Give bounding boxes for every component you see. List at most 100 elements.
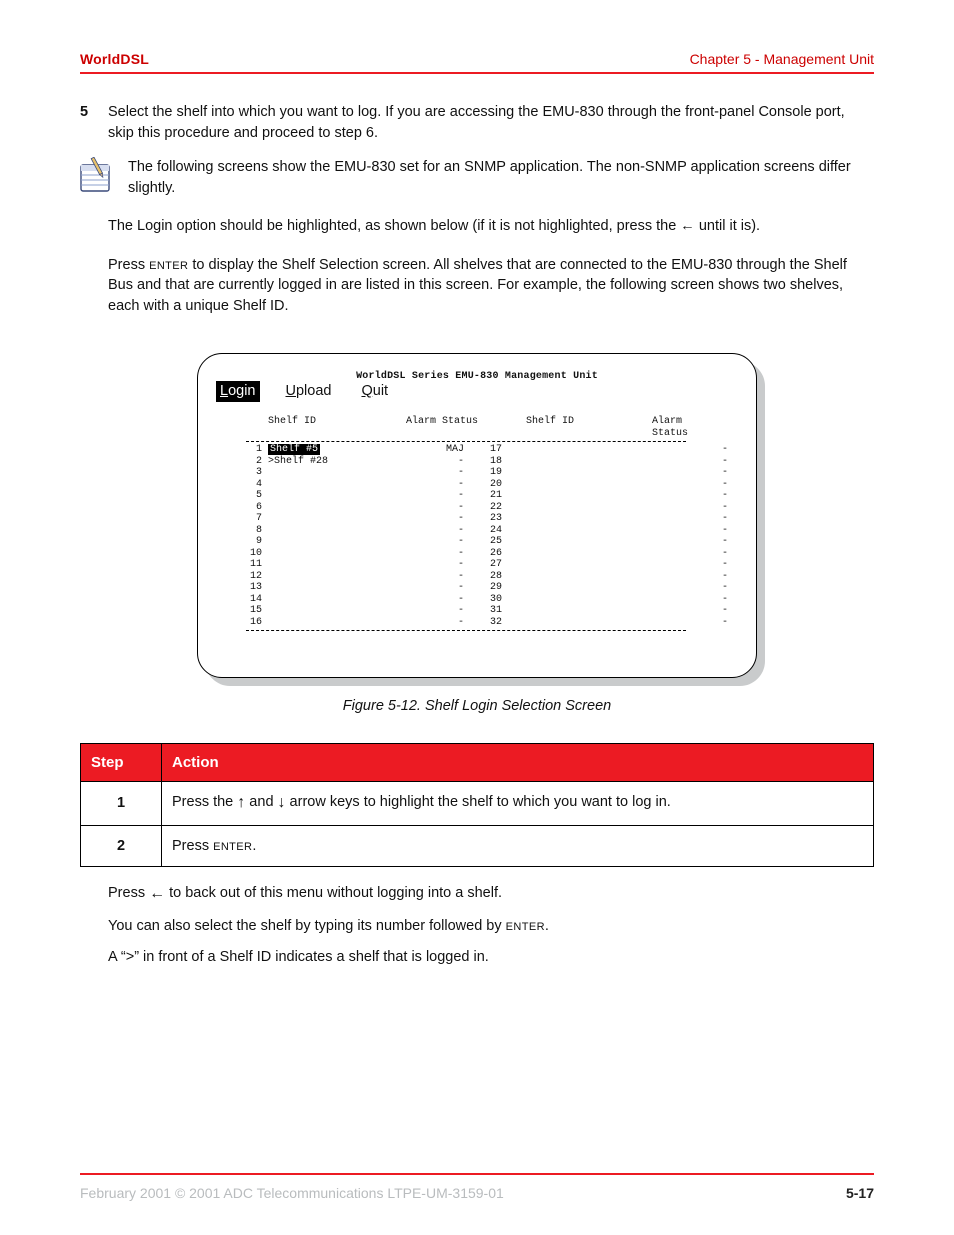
figure-caption: Figure 5-12. Shelf Login Selection Scree… [80,696,874,717]
shelf-id[interactable] [508,594,666,606]
shelf-id[interactable]: >Shelf #28 [268,456,406,468]
row-index: 32 [472,617,508,629]
row-index: 8 [216,525,268,537]
shelf-id[interactable] [508,525,666,537]
shelf-id[interactable] [268,479,406,491]
alarm-status: - [666,479,728,491]
shelf-id[interactable] [508,536,666,548]
alarm-status: - [666,444,728,456]
shelf-id[interactable] [508,467,666,479]
table-row: 3-19- [216,467,738,479]
shelf-id[interactable] [508,617,666,629]
shelf-id[interactable] [508,456,666,468]
terminal: WorldDSL Series EMU-830 Management Unit … [197,353,757,679]
page: WorldDSL Chapter 5 - Management Unit 5 S… [0,0,954,1235]
row-index: 27 [472,559,508,571]
row-index: 9 [216,536,268,548]
table-row: 1 Shelf #5 MAJ17- [216,444,738,456]
alarm-status: - [666,548,728,560]
shelf-id[interactable] [268,617,406,629]
row-index: 12 [216,571,268,583]
shelf-id[interactable] [268,571,406,583]
col-alarm-1: Alarm Status [406,416,490,439]
shelf-id[interactable] [268,490,406,502]
alarm-status: - [666,559,728,571]
table-row: 8-24- [216,525,738,537]
alarm-status: - [406,548,472,560]
shelf-id[interactable] [508,513,666,525]
col-shelfid-1: Shelf ID [268,416,406,439]
shelf-id[interactable] [508,559,666,571]
alarm-status: - [406,490,472,502]
footer-rule [80,1173,874,1175]
shelf-id[interactable] [508,490,666,502]
row-index: 3 [216,467,268,479]
shelf-id[interactable] [268,513,406,525]
alarm-status: - [406,582,472,594]
instruction-table: Step Action 1 Press the ↑ and ↓ arrow ke… [80,743,874,868]
terminal-title: WorldDSL Series EMU-830 Management Unit [356,370,598,384]
shelf-id[interactable] [268,605,406,617]
shelf-id[interactable] [508,444,666,456]
footer-doc: February 2001 © 2001 ADC Telecommunicati… [80,1185,504,1201]
alarm-status: - [406,456,472,468]
alarm-status: - [666,467,728,479]
note-icon [80,157,110,193]
row-index: 14 [216,594,268,606]
table-row: 7-23- [216,513,738,525]
row-index: 18 [472,456,508,468]
after-line-3: A “>” in front of a Shelf ID indicates a… [108,947,874,968]
shelf-id[interactable] [268,548,406,560]
shelf-id[interactable] [508,502,666,514]
row-index: 21 [472,490,508,502]
note: The following screens show the EMU-830 s… [80,157,874,198]
shelf-id[interactable] [508,548,666,560]
row-index: 15 [216,605,268,617]
page-header: WorldDSL Chapter 5 - Management Unit [80,48,874,70]
header-rule [80,72,874,74]
shelf-table: Shelf ID Alarm Status Shelf ID Alarm Sta… [216,416,738,631]
after-table-notes: Press ← to back out of this menu without… [108,883,874,967]
alarm-status: - [666,571,728,583]
row-index: 28 [472,571,508,583]
table-row: 9-25- [216,536,738,548]
table-row: 15-31- [216,605,738,617]
shelf-id[interactable] [508,479,666,491]
row-index: 6 [216,502,268,514]
shelf-id[interactable] [508,582,666,594]
alarm-status: - [666,502,728,514]
shelf-id[interactable]: Shelf #5 [268,444,406,456]
alarm-status: - [666,525,728,537]
chapter-title: Chapter 5 - Management Unit [690,51,874,67]
shelf-id[interactable] [268,559,406,571]
shelf-table-header: Shelf ID Alarm Status Shelf ID Alarm Sta… [216,416,738,439]
row-index: 10 [216,548,268,560]
dash-bottom [246,630,686,631]
shelf-id[interactable] [268,536,406,548]
shelf-id[interactable] [268,582,406,594]
shelf-id[interactable] [268,502,406,514]
shelf-id[interactable] [508,605,666,617]
brand: WorldDSL [80,51,149,67]
alarm-status: - [406,594,472,606]
r2-b: . [252,838,256,854]
shelf-id[interactable] [268,525,406,537]
r2-a: Press [172,838,213,854]
alarm-status: - [406,571,472,583]
col-alarm-2: Alarm Status [652,416,714,439]
shelf-id[interactable] [508,571,666,583]
shelf-id[interactable] [268,594,406,606]
row-index: 2 [216,456,268,468]
row-index: 16 [216,617,268,629]
step-cell-1: 1 [81,782,162,826]
alarm-status: - [666,617,728,629]
alarm-status: - [666,605,728,617]
after-line-2: You can also select the shelf by typing … [108,916,874,937]
page-number: 5-17 [846,1185,874,1201]
terminal-menu: Login Upload Quit [216,384,738,398]
shelf-id[interactable] [268,467,406,479]
row-index: 24 [472,525,508,537]
alarm-status: - [666,490,728,502]
left-arrow-icon: ← [149,885,165,902]
table-row: 5-21- [216,490,738,502]
